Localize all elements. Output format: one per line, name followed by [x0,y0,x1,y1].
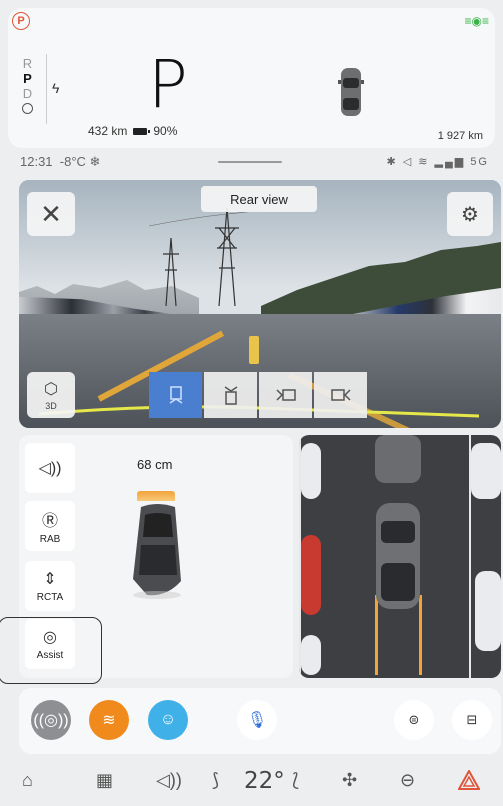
hazard-icon[interactable] [458,770,480,790]
parking-lights-icon: ≡◉≡ [464,14,489,28]
audible-icon: ≋ [102,712,116,729]
waze-icon: ☺ [159,711,177,728]
bottom-nav: ⌂ ▦ ◁)) ⟆ 22° ⟅ ✣ ⊖ [0,762,503,806]
seat-heat-icon[interactable]: ⟆ [212,770,219,791]
parked-car [301,635,321,675]
rab-icon: Ⓡ [41,513,58,530]
network-type: 5G [470,156,489,168]
mode-right-button[interactable] [314,372,367,418]
gear-r: R [22,56,33,71]
parked-car [475,571,501,651]
ego-vehicle-icon [376,503,420,609]
cabin-temperature[interactable]: 22° [244,768,285,794]
seat-icon[interactable]: ⟅ [292,770,299,791]
bluetooth-icon: ✱ [386,156,398,168]
battery-percent: 90% [153,124,178,138]
rab-button[interactable]: Ⓡ RAB [25,501,75,551]
gear-icon: ⚙ [461,203,479,226]
left-view-icon [275,389,296,401]
rcta-button[interactable]: ⇕ RCTA [25,561,75,611]
front-view-icon [224,386,237,405]
location-icon: ◁ [402,156,414,168]
view-3d-button[interactable]: ⬡ 3D [27,372,75,418]
camera-mode-bar [149,372,367,418]
mode-rear-button[interactable] [149,372,202,418]
lane-marking [249,336,259,364]
instrument-cluster: P ≡◉≡ R P D ϟ P 432 km 90% 1 927 km [8,8,495,148]
drag-handle[interactable] [218,161,282,163]
parked-car [375,435,421,483]
parking-sound-button[interactable]: ◁)) [25,443,75,493]
fan-icon[interactable]: ✣ [342,770,357,791]
status-icons: ✱ ◁ ≋ ▂▄▆ 5G [386,155,489,168]
view-3d-label: 3D [45,401,57,411]
audible-app-button[interactable]: ≋ [89,700,129,740]
camera-view-label: Rear view [201,186,317,212]
range-value: 432 km [88,124,128,138]
front-defrost-icon: ⊟ [466,712,478,727]
rcta-label: RCTA [36,592,64,603]
vehicle-top-icon [338,68,364,116]
close-camera-button[interactable]: ✕ [27,192,75,236]
assist-highlight-ring [0,617,102,684]
parking-brake-icon: P [12,12,30,30]
rear-defrost-icon: ⊜ [408,712,420,727]
status-time-temp: 12:31 -8°C ❄ [20,154,100,170]
volume-icon[interactable]: ◁)) [156,770,182,791]
odometer: 1 927 km [437,130,483,142]
speaker-icon: ◁)) [38,460,62,477]
proximity-indicator [137,491,175,501]
camera-settings-button[interactable]: ⚙ [447,192,493,236]
cube-icon: ⬡ [44,381,58,398]
parked-car [471,443,501,499]
range-info: 432 km 90% [88,124,177,138]
clock: 12:31 [20,154,53,169]
mode-front-button[interactable] [204,372,257,418]
rcta-icon: ⇕ [43,571,57,588]
right-view-icon [330,389,351,401]
waze-app-button[interactable]: ☺ [148,700,188,740]
apps-grid-icon[interactable]: ▦ [96,770,113,791]
pylon-graphic [149,208,259,307]
rab-label: RAB [39,534,61,545]
gear-d: D [22,86,33,101]
current-gear-display: P [148,46,188,123]
gear-divider [46,54,47,124]
car-icon[interactable]: ⊖ [400,770,415,791]
parked-car [301,443,321,499]
status-bar: 12:31 -8°C ❄ ✱ ◁ ≋ ▂▄▆ 5G [0,150,503,174]
wifi-icon: ≋ [418,156,430,168]
gear-selector: R P D [22,56,33,114]
sensor-distance: 68 cm [137,457,173,472]
mode-left-button[interactable] [259,372,312,418]
home-icon[interactable]: ⌂ [22,770,33,791]
charge-bolt-icon: ϟ [52,80,60,96]
front-defrost-button[interactable]: ⊟ [452,700,492,740]
battery-icon [133,127,151,135]
voice-assistant-button[interactable]: 🎙 [237,700,277,740]
radio-icon: ((◎)) [33,712,69,729]
rear-defrost-button[interactable]: ⊜ [394,700,434,740]
surround-view [299,435,501,678]
parked-car [301,535,321,615]
rear-view-icon [169,386,182,404]
outside-temp: -8°C ❄ [59,154,101,169]
signal-icon: ▂▄▆ [434,156,466,168]
microphone-icon: 🎙 [246,712,268,729]
vehicle-3d-icon [133,504,181,599]
steering-icon [22,103,33,114]
app-dock: ((◎)) ≋ ☺ 🎙 ⊜ ⊟ [19,688,501,754]
gear-p: P [23,71,32,86]
rear-camera-view: ✕ Rear view ⚙ ⬡ 3D [19,180,501,428]
radio-app-button[interactable]: ((◎)) [31,700,71,740]
